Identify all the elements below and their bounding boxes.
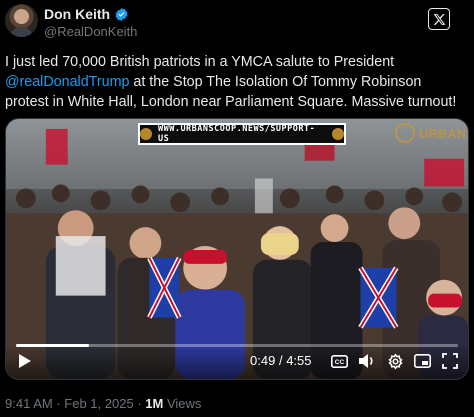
play-icon[interactable]: [18, 353, 32, 369]
mention-link[interactable]: @realDonaldTrump: [5, 74, 129, 90]
avatar[interactable]: [5, 4, 38, 37]
tweet-meta: 9:41 AM · Feb 1, 2025 · 1M Views: [5, 396, 201, 411]
author-handle[interactable]: @RealDonKeith: [44, 24, 137, 39]
video-controls: 0:49 / 4:55 CC: [6, 344, 468, 379]
post-date[interactable]: Feb 1, 2025: [64, 396, 133, 411]
picture-in-picture-icon[interactable]: [413, 352, 431, 370]
fullscreen-icon[interactable]: [441, 352, 459, 370]
meta-dot: ·: [56, 396, 61, 411]
settings-gear-icon[interactable]: [386, 352, 404, 370]
tweet-text: I just led 70,000 British patriots in a …: [5, 52, 469, 112]
banner-logo-icon: [332, 128, 344, 140]
author-name[interactable]: Don Keith: [44, 6, 129, 22]
views-count: 1M: [145, 396, 164, 411]
tweet-text-start: I just led 70,000 British patriots in a …: [5, 54, 395, 70]
svg-text:CC: CC: [334, 359, 344, 366]
captions-icon[interactable]: CC: [330, 352, 348, 370]
author-name-text[interactable]: Don Keith: [44, 6, 110, 22]
duration: 4:55: [286, 353, 312, 368]
video-progress-fill: [16, 344, 90, 347]
views-label: Views: [166, 396, 202, 411]
watermark-logo-icon: [395, 123, 416, 143]
url-banner: WWW.URBANSCOOP.NEWS/SUPPORT-US: [138, 123, 346, 145]
post-time[interactable]: 9:41 AM: [5, 396, 53, 411]
volume-icon[interactable]: [358, 352, 376, 370]
time-separator: /: [278, 353, 283, 368]
video-time: 0:49 / 4:55: [250, 353, 312, 368]
meta-dot: ·: [137, 396, 142, 411]
verified-badge-icon: [114, 7, 129, 22]
watermark-text: URBAN: [419, 125, 466, 141]
tweet-header: Don Keith @RealDonKeith: [0, 0, 474, 44]
current-time: 0:49: [250, 353, 276, 368]
video-progress-bar[interactable]: [16, 344, 458, 347]
video-player[interactable]: WWW.URBANSCOOP.NEWS/SUPPORT-US URBAN 0:4…: [5, 118, 469, 380]
video-watermark: URBAN: [395, 123, 466, 143]
x-logo-icon[interactable]: [428, 8, 450, 30]
banner-text: WWW.URBANSCOOP.NEWS/SUPPORT-US: [157, 124, 316, 144]
banner-logo-icon: [140, 128, 152, 140]
video-frame: [6, 128, 468, 379]
